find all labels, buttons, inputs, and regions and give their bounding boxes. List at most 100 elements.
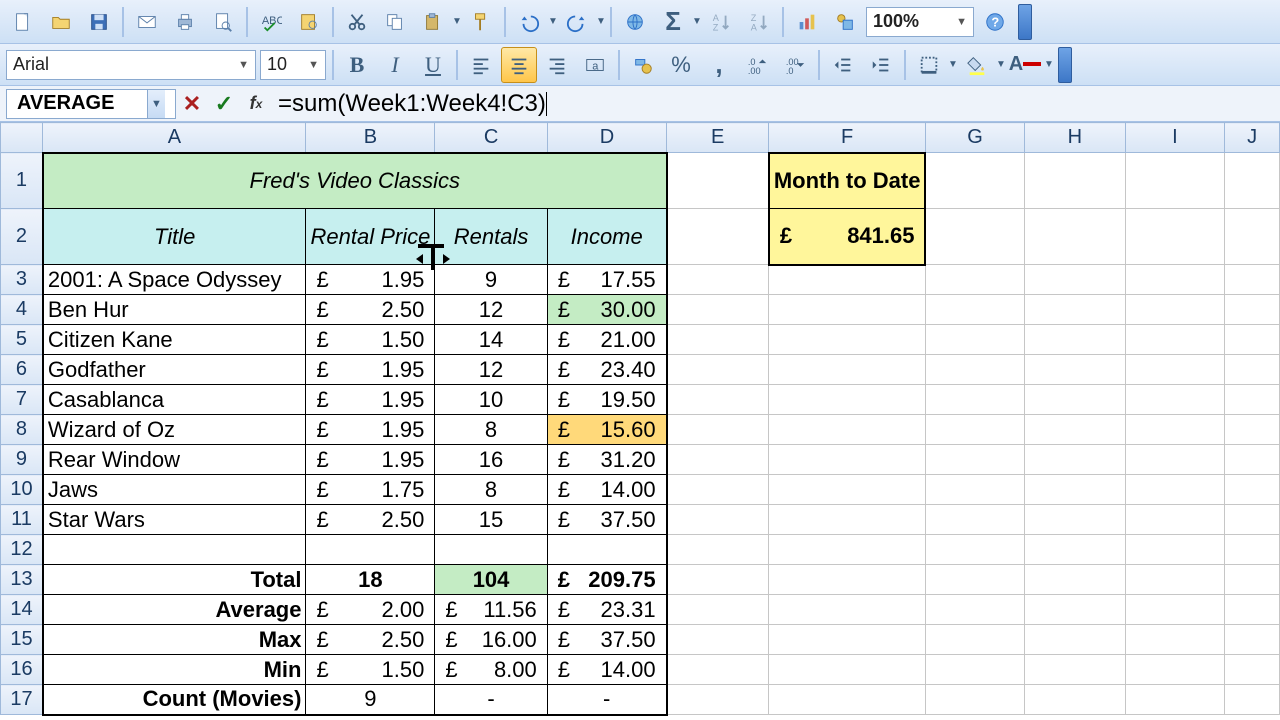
copy-button[interactable]	[377, 4, 413, 40]
cell[interactable]	[1225, 685, 1280, 715]
format-painter-button[interactable]	[463, 4, 499, 40]
cell[interactable]	[1225, 295, 1280, 325]
cell[interactable]	[1125, 355, 1225, 385]
total-b[interactable]: 18	[306, 565, 435, 595]
row-header-12[interactable]: 12	[1, 535, 43, 565]
cell[interactable]	[769, 685, 926, 715]
max-d[interactable]: £37.50	[547, 625, 666, 655]
label-min[interactable]: Min	[43, 655, 306, 685]
cell[interactable]	[1025, 265, 1126, 295]
print-button[interactable]	[167, 4, 203, 40]
row-header-11[interactable]: 11	[1, 505, 43, 535]
cell[interactable]	[769, 325, 926, 355]
cell-title[interactable]: Wizard of Oz	[43, 415, 306, 445]
comma-button[interactable]: ,	[701, 47, 737, 83]
cell[interactable]	[1225, 355, 1280, 385]
formula-input[interactable]: =sum(Week1:Week4!C3)	[272, 90, 1274, 118]
row-header-1[interactable]: 1	[1, 153, 43, 209]
cell[interactable]	[1225, 445, 1280, 475]
col-header-G[interactable]: G	[925, 123, 1024, 153]
cell[interactable]	[1125, 595, 1225, 625]
cell[interactable]	[925, 385, 1024, 415]
percent-button[interactable]: %	[663, 47, 699, 83]
drawing-button[interactable]	[827, 4, 863, 40]
cell-rentals[interactable]: 9	[435, 265, 547, 295]
cell[interactable]	[925, 535, 1024, 565]
cell[interactable]	[769, 415, 926, 445]
research-button[interactable]	[291, 4, 327, 40]
fill-color-button[interactable]	[959, 47, 995, 83]
increase-indent-button[interactable]	[863, 47, 899, 83]
autosum-button[interactable]: Σ	[655, 4, 691, 40]
row-header-16[interactable]: 16	[1, 655, 43, 685]
cell[interactable]	[925, 295, 1024, 325]
redo-drop[interactable]: ▼	[596, 16, 606, 27]
min-b[interactable]: £1.50	[306, 655, 435, 685]
min-c[interactable]: £8.00	[435, 655, 547, 685]
label-total[interactable]: Total	[43, 565, 306, 595]
row-header-5[interactable]: 5	[1, 325, 43, 355]
italic-button[interactable]: I	[377, 47, 413, 83]
cell[interactable]	[667, 153, 769, 209]
new-doc-button[interactable]	[5, 4, 41, 40]
cell[interactable]	[1125, 505, 1225, 535]
chart-button[interactable]	[789, 4, 825, 40]
cell[interactable]	[769, 475, 926, 505]
cell-income[interactable]: £21.00	[547, 325, 666, 355]
paste-button[interactable]	[415, 4, 451, 40]
paste-drop[interactable]: ▼	[452, 16, 462, 27]
print-preview-button[interactable]	[205, 4, 241, 40]
currency-button[interactable]	[625, 47, 661, 83]
cell[interactable]	[925, 415, 1024, 445]
cell[interactable]	[1225, 209, 1280, 265]
cell-price[interactable]: £1.75	[306, 475, 435, 505]
cell-price[interactable]: £1.95	[306, 355, 435, 385]
cell-rentals[interactable]: 14	[435, 325, 547, 355]
cell[interactable]	[1025, 295, 1126, 325]
cell[interactable]	[667, 475, 769, 505]
cell[interactable]	[667, 325, 769, 355]
hyperlink-button[interactable]	[617, 4, 653, 40]
toolbar-options-grip[interactable]	[1018, 4, 1032, 40]
increase-decimal-button[interactable]: .0.00	[739, 47, 775, 83]
mail-button[interactable]	[129, 4, 165, 40]
cell-title[interactable]: Ben Hur	[43, 295, 306, 325]
cell[interactable]	[769, 445, 926, 475]
cell[interactable]	[925, 265, 1024, 295]
row-header-14[interactable]: 14	[1, 595, 43, 625]
zoom-combo[interactable]: 100%▼	[866, 7, 974, 37]
cell[interactable]	[1025, 325, 1126, 355]
cell[interactable]	[925, 685, 1024, 715]
banner-title[interactable]: Fred's Video Classics	[43, 153, 667, 209]
cell[interactable]	[1225, 565, 1280, 595]
cell[interactable]	[769, 625, 926, 655]
row-header-10[interactable]: 10	[1, 475, 43, 505]
cell[interactable]	[1025, 475, 1126, 505]
hdr-title[interactable]: Title	[43, 209, 306, 265]
cell[interactable]	[1125, 655, 1225, 685]
cell[interactable]	[1025, 625, 1126, 655]
cell-rentals[interactable]: 8	[435, 475, 547, 505]
cell[interactable]	[1025, 355, 1126, 385]
cell-price[interactable]: £1.95	[306, 265, 435, 295]
cell-title[interactable]: Jaws	[43, 475, 306, 505]
cell[interactable]	[925, 355, 1024, 385]
cell-rentals[interactable]: 8	[435, 415, 547, 445]
cell[interactable]	[1225, 535, 1280, 565]
cell[interactable]	[667, 625, 769, 655]
cell-income[interactable]: £37.50	[547, 505, 666, 535]
cell-price[interactable]: £1.95	[306, 415, 435, 445]
cell[interactable]	[1225, 655, 1280, 685]
spellcheck-button[interactable]: ABC	[253, 4, 289, 40]
align-left-button[interactable]	[463, 47, 499, 83]
grid-table[interactable]: A B C D E F G H I J 1 Fred's Video Class…	[0, 122, 1280, 716]
autosum-drop[interactable]: ▼	[692, 16, 702, 27]
month-to-date-value[interactable]: £841.65	[769, 209, 926, 265]
cell[interactable]	[1025, 415, 1126, 445]
undo-drop[interactable]: ▼	[548, 16, 558, 27]
cell[interactable]	[925, 325, 1024, 355]
cell[interactable]	[769, 385, 926, 415]
col-header-F[interactable]: F	[769, 123, 926, 153]
cell[interactable]	[769, 535, 926, 565]
cell-title[interactable]: Star Wars	[43, 505, 306, 535]
